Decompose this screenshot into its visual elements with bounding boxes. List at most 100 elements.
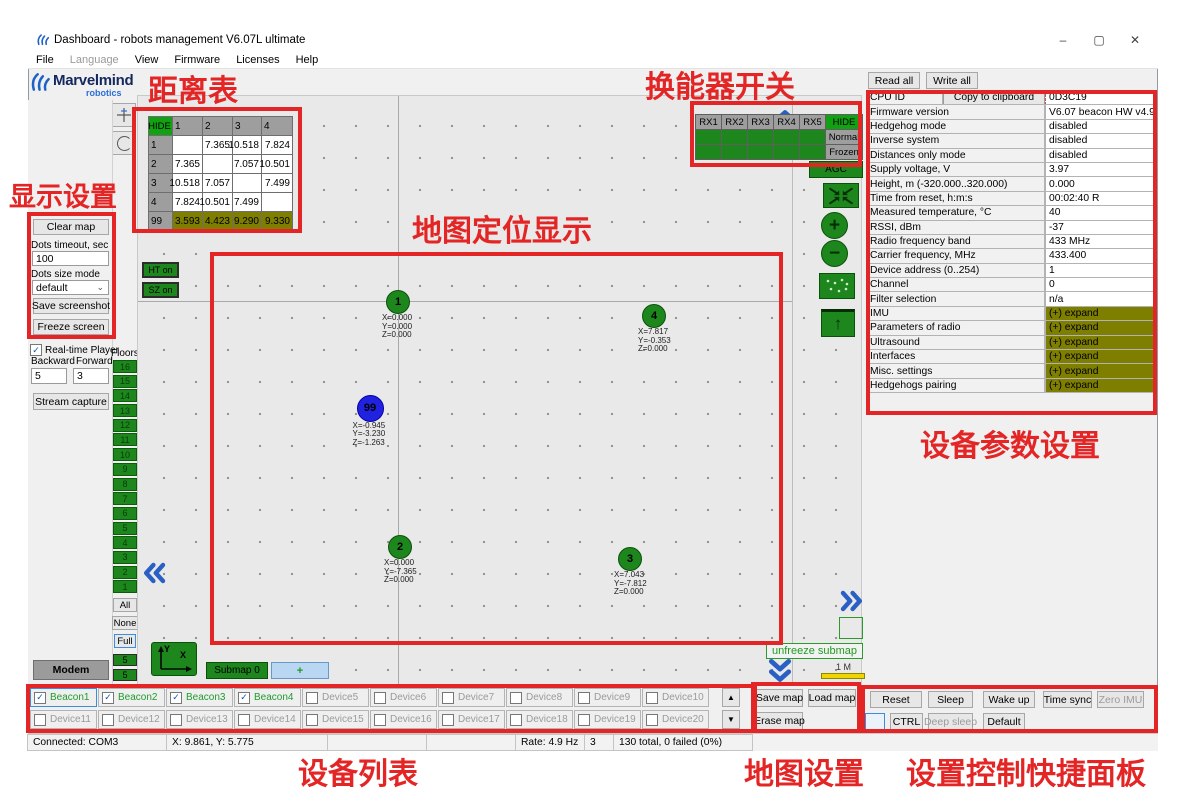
device-toggle-device9[interactable]: Device9: [574, 688, 641, 707]
checkbox-icon[interactable]: [374, 714, 386, 726]
param-value[interactable]: 0: [1045, 277, 1157, 292]
device-toggle-beacon1[interactable]: ✓Beacon1: [30, 688, 97, 707]
checkbox-icon[interactable]: [510, 714, 522, 726]
rx-state-cell[interactable]: [721, 129, 748, 145]
rx-row-label-frozen[interactable]: Frozen: [825, 144, 863, 160]
rx-header-rx5[interactable]: RX5: [799, 114, 826, 130]
beacon-3[interactable]: 3: [618, 547, 642, 571]
device-toggle-beacon4[interactable]: ✓Beacon4: [234, 688, 301, 707]
device-toggle-device14[interactable]: Device14: [234, 710, 301, 729]
rx-state-cell[interactable]: [773, 129, 800, 145]
param-value[interactable]: disabled: [1045, 148, 1157, 163]
floor-button-12[interactable]: 12: [113, 419, 137, 432]
checkbox-icon[interactable]: [306, 714, 318, 726]
rx-state-cell[interactable]: [721, 144, 748, 160]
rx-state-cell[interactable]: [747, 129, 774, 145]
checkbox-icon[interactable]: [374, 692, 386, 704]
param-value[interactable]: 1: [1045, 263, 1157, 278]
menu-language[interactable]: Language: [62, 52, 127, 68]
checkbox-icon[interactable]: [102, 714, 114, 726]
floor-extra-2[interactable]: 5: [113, 669, 137, 681]
checkbox-icon[interactable]: [578, 714, 590, 726]
rx-header-rx2[interactable]: RX2: [721, 114, 748, 130]
floors-none-button[interactable]: None: [112, 616, 138, 630]
param-value[interactable]: 40: [1045, 205, 1157, 220]
device-toggle-device8[interactable]: Device8: [506, 688, 573, 707]
floor-button-16[interactable]: 16: [113, 360, 137, 373]
rx-row-label-normal[interactable]: Normal: [825, 129, 863, 145]
distance-header-HIDE[interactable]: HIDE: [148, 116, 173, 136]
beacon-1[interactable]: 1: [386, 290, 410, 314]
modem-button[interactable]: Modem: [33, 660, 109, 680]
zoom-in-button[interactable]: +: [821, 212, 848, 239]
sleep-button[interactable]: Sleep: [928, 691, 973, 708]
floor-button-1[interactable]: 1: [113, 580, 137, 593]
load-map-button[interactable]: Load map: [808, 689, 856, 707]
checkbox-icon[interactable]: ✓: [170, 692, 182, 704]
default-button[interactable]: Default: [983, 713, 1025, 730]
floor-button-4[interactable]: 4: [113, 536, 137, 549]
checkbox-icon[interactable]: [646, 714, 658, 726]
maximize-button[interactable]: ▢: [1084, 30, 1114, 50]
pan-left-icon[interactable]: [142, 561, 168, 585]
param-value-expand[interactable]: (+) expand: [1045, 335, 1157, 350]
submap-swatch[interactable]: [839, 617, 863, 639]
rx-state-cell[interactable]: [773, 144, 800, 160]
crosshair-tool-button[interactable]: [112, 103, 136, 127]
beacon-4[interactable]: 4: [642, 304, 666, 328]
freeze-screen-button[interactable]: Freeze screen: [33, 319, 109, 335]
device-toggle-device10[interactable]: Device10: [642, 688, 709, 707]
floor-button-8[interactable]: 8: [113, 478, 137, 491]
device-toggle-device12[interactable]: Device12: [98, 710, 165, 729]
floor-button-9[interactable]: 9: [113, 463, 137, 476]
param-value-expand[interactable]: (+) expand: [1045, 306, 1157, 321]
device-toggle-device17[interactable]: Device17: [438, 710, 505, 729]
rx-header-rx1[interactable]: RX1: [695, 114, 722, 130]
checkbox-icon[interactable]: [442, 692, 454, 704]
dots-size-select[interactable]: default ⌄: [32, 280, 109, 295]
backward-input[interactable]: 5: [31, 368, 67, 384]
param-value[interactable]: 433 MHz: [1045, 234, 1157, 249]
floor-button-3[interactable]: 3: [113, 551, 137, 564]
floor-button-14[interactable]: 14: [113, 389, 137, 402]
floor-button-5[interactable]: 5: [113, 522, 137, 535]
device-scroll-up-button[interactable]: ▲: [722, 688, 740, 707]
device-toggle-beacon2[interactable]: ✓Beacon2: [98, 688, 165, 707]
rx-header-rx3[interactable]: RX3: [747, 114, 774, 130]
device-toggle-device11[interactable]: Device11: [30, 710, 97, 729]
rx-state-cell[interactable]: [695, 144, 722, 160]
checkbox-icon[interactable]: [306, 692, 318, 704]
reset-button[interactable]: Reset: [870, 691, 922, 708]
param-value[interactable]: V6.07 beacon HW v4.9: [1045, 104, 1157, 119]
checkbox-icon[interactable]: [238, 714, 250, 726]
fit-to-screen-button[interactable]: [823, 183, 859, 208]
device-toggle-device7[interactable]: Device7: [438, 688, 505, 707]
realtime-player-checkbox[interactable]: ✓ Real-time Player: [30, 344, 119, 356]
floor-button-13[interactable]: 13: [113, 404, 137, 417]
param-value[interactable]: 0.000: [1045, 176, 1157, 191]
rotate-tool-button[interactable]: [112, 131, 136, 155]
checkbox-icon[interactable]: ✓: [34, 692, 46, 704]
floor-button-15[interactable]: 15: [113, 375, 137, 388]
floor-button-2[interactable]: 2: [113, 566, 137, 579]
save-map-button[interactable]: Save map: [756, 689, 803, 707]
rx-hide-button[interactable]: HIDE: [825, 114, 863, 130]
checkbox-icon[interactable]: ✓: [238, 692, 250, 704]
rx-state-cell[interactable]: [799, 129, 826, 145]
pan-down-icon[interactable]: [767, 657, 793, 683]
close-button[interactable]: ✕: [1120, 30, 1150, 50]
clear-map-button[interactable]: Clear map: [33, 219, 109, 235]
add-submap-button[interactable]: +: [271, 662, 329, 679]
device-toggle-device13[interactable]: Device13: [166, 710, 233, 729]
zero-imu-button[interactable]: Zero IMU: [1097, 691, 1144, 708]
param-value[interactable]: -37: [1045, 220, 1157, 235]
checkbox-icon[interactable]: [34, 714, 46, 726]
move-up-button[interactable]: ↑: [821, 309, 855, 337]
sz-on-button[interactable]: SZ on: [142, 282, 179, 298]
checkbox-icon[interactable]: [170, 714, 182, 726]
copy-to-clipboard-button[interactable]: Copy to clipboard: [943, 90, 1045, 105]
time-sync-button[interactable]: Time sync: [1043, 691, 1092, 708]
param-value-expand[interactable]: (+) expand: [1045, 363, 1157, 378]
param-value-expand[interactable]: (+) expand: [1045, 349, 1157, 364]
device-toggle-beacon3[interactable]: ✓Beacon3: [166, 688, 233, 707]
